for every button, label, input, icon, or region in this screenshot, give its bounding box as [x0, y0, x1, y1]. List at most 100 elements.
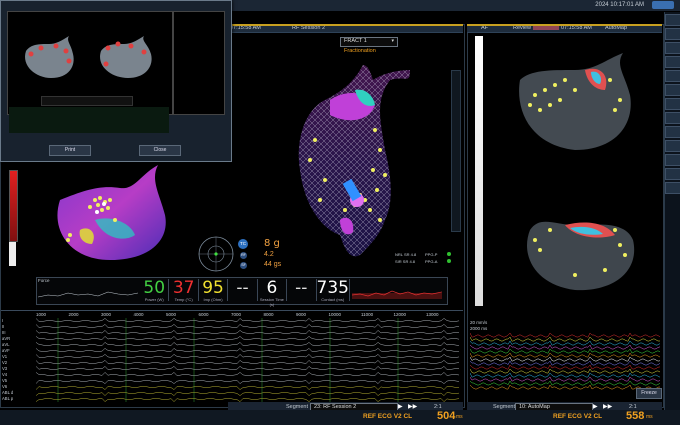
review-ecg-trace [470, 368, 660, 374]
ecg-tick-label: 7000 [231, 312, 242, 317]
metric-box: 6 Session Time (s) [258, 278, 288, 307]
review-map-bottom[interactable] [515, 200, 645, 295]
ecg-tick-label: 8000 [263, 312, 274, 317]
view-tools-strip[interactable] [451, 70, 461, 232]
system-menu-icon[interactable] [652, 1, 674, 9]
close-button[interactable]: Close [139, 145, 181, 156]
pencil-icon[interactable] [665, 56, 680, 68]
rotate-icon[interactable] [665, 98, 680, 110]
eye-icon[interactable] [665, 154, 680, 166]
home-icon[interactable] [665, 14, 680, 26]
preview-heart-2 [100, 36, 152, 78]
ecg-tick-label: 3000 [101, 312, 112, 317]
catheter-orientation-gauge [198, 236, 234, 272]
metric-box: -- [287, 278, 317, 301]
metric-value: 37 [172, 278, 195, 298]
left-atrium-map-small[interactable] [40, 160, 180, 280]
force-gauge [9, 170, 18, 242]
map-type-dropdown[interactable]: FRACT 1 ▾ [340, 37, 398, 47]
ecg-tick-label: 6000 [198, 312, 209, 317]
ref-ecg-value-left: 504 [437, 410, 456, 422]
ppg-a-status: PPG-A [425, 259, 438, 264]
rf-icon: RF [240, 252, 247, 259]
right-view-accent [467, 24, 662, 26]
ecg-trace [36, 380, 460, 384]
impedance-trace [352, 290, 442, 299]
review-ecg-trace [470, 384, 660, 390]
sir-status: SIR SR 4.8 [395, 259, 416, 264]
tc-icon: TC [238, 239, 248, 249]
ecg-tick-label: 13000 [426, 312, 439, 317]
review-ecg-trace [470, 380, 660, 386]
ruler-icon[interactable] [665, 70, 680, 82]
play-icon[interactable]: ▶ [593, 403, 598, 410]
force-strip-label: Force [38, 278, 50, 283]
ecg-trace [36, 372, 460, 376]
metric-value: -- [236, 278, 249, 298]
play-icon[interactable]: ▶ [398, 403, 403, 410]
ecg-tick-label: 12000 [393, 312, 407, 317]
metric-box: 37 Temp (°C) [169, 278, 199, 302]
preview-ecg [9, 107, 169, 133]
ecg-traces [36, 318, 460, 402]
chevron-down-icon: ▾ [391, 38, 394, 44]
ecg-trace [36, 354, 460, 358]
preview-heart-1 [25, 36, 74, 78]
system-clock: 2024 10:17:01 AM [595, 2, 644, 8]
print-preview-dialog: Print Close [0, 0, 232, 162]
ecg-trace [36, 342, 460, 346]
metric-box: -- [228, 278, 258, 301]
status-footer: REF ECG V2 CL 504 ms REF ECG V2 CL 558 m… [0, 410, 680, 425]
pointer-icon[interactable] [665, 42, 680, 54]
force-direction-value: 4.2 [264, 251, 274, 258]
sweep-window-label: 2000 ms [470, 326, 488, 331]
ref-ecg-value-right: 558 [626, 410, 645, 422]
ecg-trace [36, 336, 460, 340]
ref-ecg-label-right: REF ECG V2 CL [553, 413, 603, 420]
ecg-channel-label: ABL p [2, 396, 14, 401]
ecg-tick-label: 4000 [133, 312, 144, 317]
ecg-trace [36, 360, 460, 364]
review-ecg-trace [470, 352, 660, 358]
status-led-icon [447, 259, 451, 263]
left-view-accent [228, 24, 463, 26]
print-button[interactable]: Print [49, 145, 91, 156]
zoom-icon[interactable] [665, 112, 680, 124]
contact-force-value: 8 g [264, 238, 280, 249]
metric-caption: Contact (ms) [321, 297, 345, 302]
preview-metrics [41, 96, 133, 106]
metric-value: 6 [266, 278, 278, 298]
layers-icon[interactable] [665, 140, 680, 152]
step-forward-icon[interactable]: ▶▶ [408, 403, 417, 410]
review-map-top[interactable] [505, 50, 645, 160]
metric-box: 95 Imp (Ohm) [199, 279, 229, 302]
review-ecg-trace [470, 364, 660, 370]
ecg-tick-label: 9000 [296, 312, 307, 317]
settings-icon[interactable] [665, 182, 680, 194]
review-ecg-trace [470, 356, 660, 362]
ecg-tick-label: 5000 [166, 312, 177, 317]
tag-icon[interactable] [665, 126, 680, 138]
freeze-button[interactable]: Freeze [636, 388, 662, 399]
ecg-trace [36, 318, 460, 322]
map-type-value: FRACT 1 [344, 38, 367, 44]
left-atrium-map-main[interactable] [285, 60, 435, 270]
ecg-trace [36, 348, 460, 352]
grid-icon[interactable] [665, 28, 680, 40]
wave-icon[interactable] [665, 168, 680, 180]
ecg-tick-label: 10000 [328, 312, 342, 317]
step-forward-icon[interactable]: ▶▶ [603, 403, 612, 410]
review-ecg-traces [470, 332, 660, 390]
metric-value: -- [295, 278, 308, 298]
metric-value: 735 [316, 278, 349, 298]
preview-right-map [173, 11, 225, 115]
ref-ecg-unit-right: ms [646, 414, 653, 420]
cut-icon[interactable] [665, 84, 680, 96]
right-toolbar [664, 12, 680, 410]
review-ecg-trace [470, 332, 660, 338]
map-type-caption: Fractionation [344, 48, 376, 54]
ecg-tick-label: 11000 [361, 312, 374, 317]
review-ecg-trace [470, 376, 660, 382]
ecg-trace [36, 330, 460, 334]
ecg-trace [36, 392, 460, 396]
